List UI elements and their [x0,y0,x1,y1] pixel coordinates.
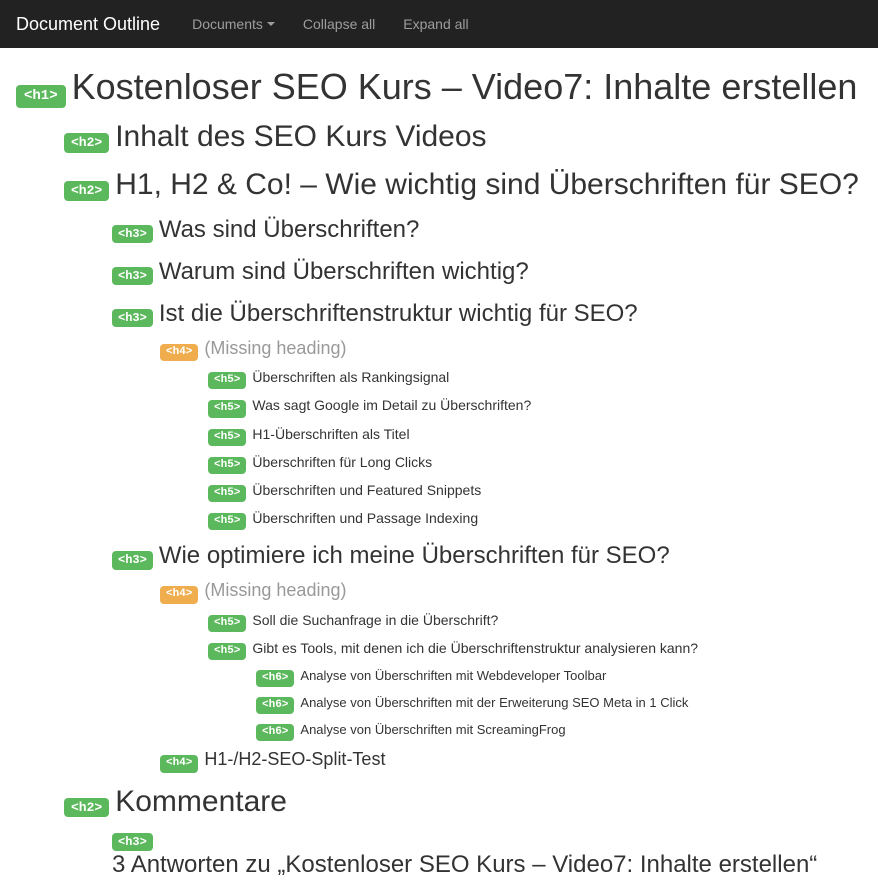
heading-text: Überschriften als Rankingsignal [252,369,449,385]
heading-tag-badge: <h4> [160,755,198,772]
outline-item[interactable]: <h4> (Missing heading) [16,336,862,363]
heading-tag-badge: <h2> [64,181,109,201]
heading-tag-badge: <h2> [64,133,109,153]
heading-tag-badge: <h5> [208,513,246,530]
heading-tag-badge: <h3> [112,267,153,285]
heading-text: Überschriften und Featured Snippets [252,482,481,498]
outline-item[interactable]: <h2> Inhalt des SEO Kurs Videos [16,114,862,158]
heading-tag-badge: <h4> [160,344,198,361]
heading-tag-badge: <h6> [256,724,294,741]
heading-tag-badge: <h3> [112,225,153,243]
heading-text: Kostenloser SEO Kurs – Video7: Inhalte e… [72,66,858,108]
outline-item[interactable]: <h3> Wie optimiere ich meine Überschrifte… [16,536,862,574]
outline-item[interactable]: <h6> Analyse von Überschriften mit der Er… [16,693,862,716]
nav-expand-all[interactable]: Expand all [389,16,482,32]
outline-item[interactable]: <h6> Analyse von Überschriften mit Webdev… [16,666,862,689]
heading-text: Wie optimiere ich meine Überschriften fü… [159,542,670,570]
caret-down-icon [267,22,275,26]
heading-text: Soll die Suchanfrage in die Überschrift? [252,612,498,628]
outline-item[interactable]: <h5> H1-Überschriften als Titel [16,424,862,448]
heading-tag-badge: <h3> [112,309,153,327]
outline-item[interactable]: <h5> Überschriften für Long Clicks [16,452,862,476]
nav-documents[interactable]: Documents [178,16,289,32]
heading-text: Gibt es Tools, mit denen ich die Übersch… [252,640,698,656]
heading-text: Warum sind Überschriften wichtig? [159,258,529,286]
outline-item[interactable]: <h4> H1-/H2-SEO-Split-Test [16,747,862,774]
heading-text: Was sind Überschriften? [159,216,420,244]
heading-tag-badge: <h4> [160,586,198,603]
heading-text: Inhalt des SEO Kurs Videos [115,120,486,154]
heading-text: Kommentare [115,785,287,819]
outline-item[interactable]: <h3> Ist die Überschriftenstruktur wichti… [16,294,862,332]
heading-text: Überschriften für Long Clicks [252,454,432,470]
nav-documents-label: Documents [192,16,263,32]
heading-text: Analyse von Überschriften mit ScreamingF… [300,722,565,737]
outline-item[interactable]: <h5> Soll die Suchanfrage in die Überschr… [16,610,862,634]
outline-item[interactable]: <h3> Was sind Überschriften? [16,210,862,248]
heading-tag-badge: <h5> [208,615,246,632]
heading-tag-badge: <h6> [256,697,294,714]
heading-text: H1-Überschriften als Titel [252,426,409,442]
heading-text: Überschriften und Passage Indexing [252,510,478,526]
outline-item[interactable]: <h2> Kommentare [16,779,862,823]
heading-tag-badge: <h3> [112,833,153,851]
outline-item[interactable]: <h4> (Missing heading) [16,578,862,605]
outline-item[interactable]: <h5> Überschriften und Featured Snippets [16,480,862,504]
heading-tag-badge: <h2> [64,798,109,818]
heading-text: Was sagt Google im Detail zu Überschrift… [252,397,531,413]
heading-tag-badge: <h5> [208,400,246,417]
heading-text: H1, H2 & Co! – Wie wichtig sind Überschr… [115,168,859,202]
heading-tag-badge: <h3> [112,551,153,569]
heading-text: Analyse von Überschriften mit der Erweit… [300,695,688,710]
heading-text: Analyse von Überschriften mit Webdevelop… [300,668,606,683]
outline-tree: <h1> Kostenloser SEO Kurs – Video7: Inhal… [0,48,878,883]
heading-tag-badge: <h6> [256,670,294,687]
heading-text: 3 Antworten zu „Kostenloser SEO Kurs – V… [112,851,817,879]
brand: Document Outline [16,14,160,35]
navbar: Document Outline Documents Collapse all … [0,0,878,48]
outline-item[interactable]: <h2> H1, H2 & Co! – Wie wichtig sind Über… [16,162,862,206]
outline-item[interactable]: <h3> Warum sind Überschriften wichtig? [16,252,862,290]
heading-tag-badge: <h5> [208,372,246,389]
outline-item[interactable]: <h1> Kostenloser SEO Kurs – Video7: Inhal… [16,64,862,110]
outline-item[interactable]: <h3>3 Antworten zu „Kostenloser SEO Kurs… [16,827,862,883]
outline-item[interactable]: <h5> Gibt es Tools, mit denen ich die Übe… [16,638,862,662]
heading-tag-badge: <h5> [208,429,246,446]
outline-item[interactable]: <h5> Überschriften und Passage Indexing [16,508,862,532]
heading-tag-badge: <h1> [16,85,66,108]
outline-item[interactable]: <h5> Was sagt Google im Detail zu Übersch… [16,395,862,419]
heading-text: (Missing heading) [204,580,346,601]
heading-text: (Missing heading) [204,338,346,359]
nav-collapse-all[interactable]: Collapse all [289,16,389,32]
outline-item[interactable]: <h6> Analyse von Überschriften mit Scream… [16,720,862,743]
heading-text: Ist die Überschriftenstruktur wichtig fü… [159,300,638,328]
outline-item[interactable]: <h5> Überschriften als Rankingsignal [16,367,862,391]
heading-tag-badge: <h5> [208,643,246,660]
heading-tag-badge: <h5> [208,485,246,502]
heading-tag-badge: <h5> [208,457,246,474]
heading-text: H1-/H2-SEO-Split-Test [204,749,385,770]
